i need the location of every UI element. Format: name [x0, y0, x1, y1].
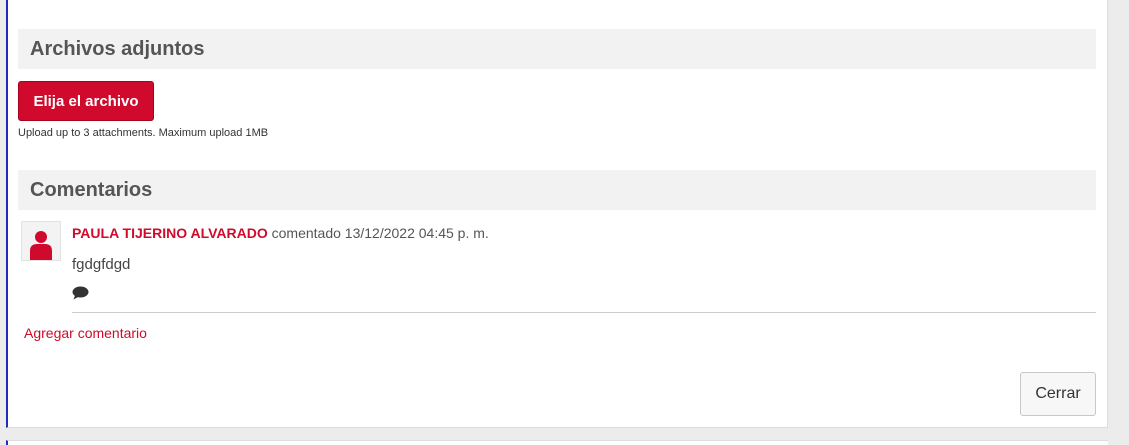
- add-comment-link[interactable]: Agregar comentario: [24, 325, 147, 341]
- comment-bubble-icon[interactable]: [72, 286, 89, 300]
- comment-author[interactable]: PAULA TIJERINO ALVARADO: [72, 225, 268, 241]
- comment-divider: [72, 312, 1096, 313]
- panel-bottom-strip: [6, 440, 1108, 445]
- close-button[interactable]: Cerrar: [1020, 372, 1096, 416]
- comment-timestamp: comentado 13/12/2022 04:45 p. m.: [267, 225, 489, 241]
- choose-file-button[interactable]: Elija el archivo: [18, 81, 154, 121]
- comment-text: fgdgfdgd: [72, 256, 131, 273]
- comments-section-title: Comentarios: [18, 170, 1096, 210]
- avatar: [21, 221, 61, 261]
- comment-meta: PAULA TIJERINO ALVARADO comentado 13/12/…: [72, 225, 489, 241]
- user-icon: [30, 231, 52, 260]
- upload-note: Upload up to 3 attachments. Maximum uplo…: [18, 127, 269, 139]
- attachments-section-title: Archivos adjuntos: [18, 29, 1096, 69]
